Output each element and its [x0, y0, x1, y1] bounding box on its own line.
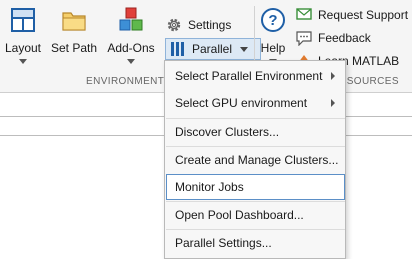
menu-item-select-parallel-environment[interactable]: Select Parallel Environment [166, 63, 345, 89]
section-label-environment: ENVIRONMENT [86, 76, 165, 87]
request-support-icon [296, 8, 312, 20]
settings-button[interactable]: Settings [166, 15, 231, 35]
menu-item-discover-clusters[interactable]: Discover Clusters... [166, 119, 345, 145]
menu-item-label: Create and Manage Clusters... [175, 153, 339, 167]
chevron-right-icon [331, 99, 335, 107]
menu-item-parallel-settings[interactable]: Parallel Settings... [166, 230, 345, 256]
chevron-down-icon [127, 59, 135, 64]
menu-item-select-gpu-environment[interactable]: Select GPU environment [166, 90, 345, 116]
menu-item-label: Discover Clusters... [175, 125, 280, 139]
svg-text:?: ? [268, 12, 277, 29]
folder-icon [62, 12, 86, 31]
chevron-down-icon [19, 59, 27, 64]
request-support-label: Request Support [318, 8, 409, 22]
layout-icon [11, 8, 35, 32]
feedback-icon [296, 31, 312, 46]
request-support-button[interactable]: Request Support [296, 5, 408, 25]
settings-label: Settings [188, 18, 232, 32]
chevron-down-icon [240, 46, 249, 52]
menu-item-label: Select Parallel Environment [175, 69, 323, 83]
menu-item-label: Monitor Jobs [175, 180, 244, 194]
gear-icon [167, 18, 181, 32]
parallel-icon [171, 42, 184, 56]
parallel-menu: Select Parallel Environment Select GPU e… [164, 60, 346, 259]
menu-item-label: Select GPU environment [175, 96, 308, 110]
help-icon: ? [261, 8, 285, 32]
addons-button[interactable]: Add-Ons [106, 4, 156, 72]
help-label: Help [260, 41, 286, 55]
addons-cubes-icon [119, 7, 143, 31]
menu-item-label: Parallel Settings... [175, 236, 272, 250]
layout-button[interactable]: Layout [4, 4, 42, 72]
layout-label: Layout [4, 41, 42, 55]
parallel-label: Parallel [192, 42, 233, 56]
menu-item-monitor-jobs[interactable]: Monitor Jobs [166, 174, 345, 200]
parallel-button[interactable]: Parallel [165, 38, 261, 60]
menu-item-open-pool-dashboard[interactable]: Open Pool Dashboard... [166, 202, 345, 228]
set-path-label: Set Path [50, 41, 98, 55]
feedback-label: Feedback [318, 31, 371, 45]
menu-item-label: Open Pool Dashboard... [175, 208, 304, 222]
chevron-right-icon [331, 72, 335, 80]
addons-label: Add-Ons [107, 41, 155, 55]
set-path-button[interactable]: Set Path [50, 4, 98, 72]
feedback-button[interactable]: Feedback [296, 28, 371, 48]
menu-item-create-manage-clusters[interactable]: Create and Manage Clusters... [166, 147, 345, 173]
